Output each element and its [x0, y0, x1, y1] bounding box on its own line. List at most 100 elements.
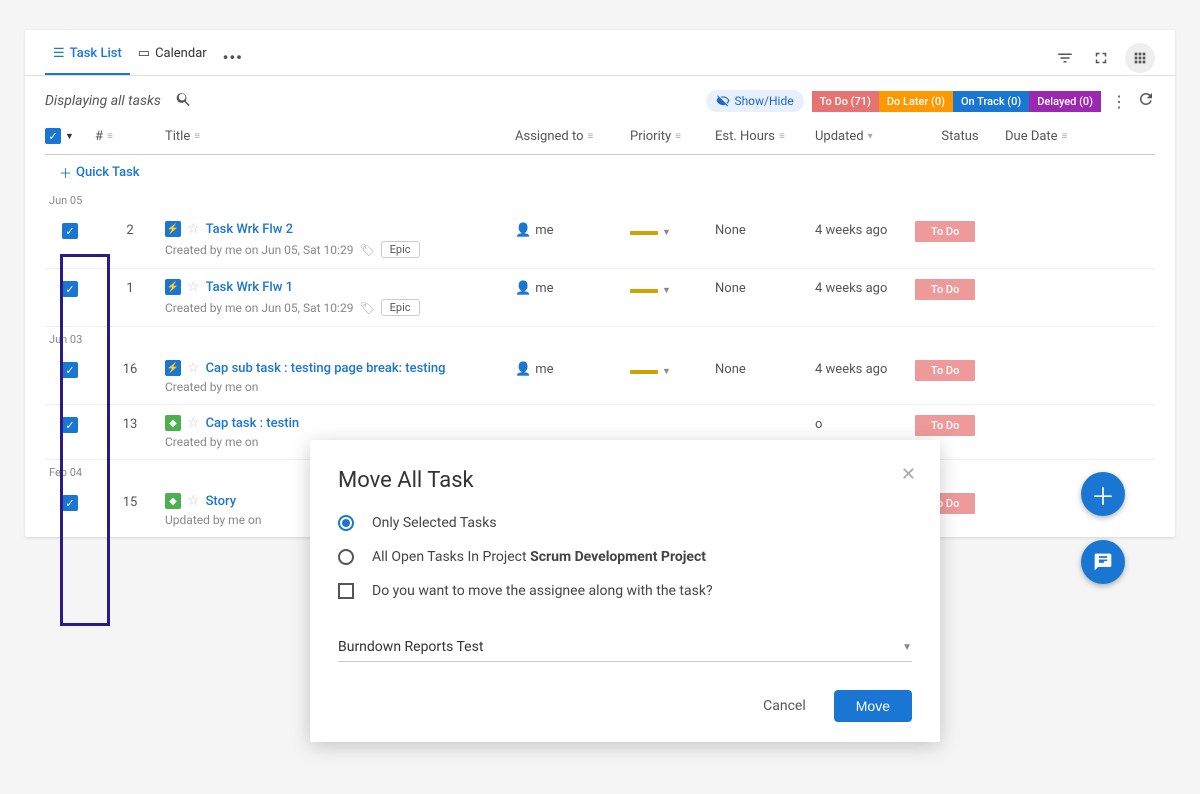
col-status[interactable]: Status: [915, 129, 1005, 144]
chevron-down-icon: ▾: [868, 131, 873, 142]
status-chip[interactable]: To Do: [915, 415, 975, 436]
updated-time: 4 weeks ago: [815, 279, 915, 296]
select-all-checkbox[interactable]: ✓: [45, 128, 61, 144]
badge-dolater[interactable]: Do Later (0): [879, 91, 953, 112]
top-tab-bar: ☰ Task List ▭ Calendar •••: [25, 30, 1175, 76]
task-title-link[interactable]: Cap sub task : testing page break: testi…: [206, 361, 446, 376]
task-meta: Created by me on Jun 05, Sat 10:29: [165, 243, 353, 257]
status-chip[interactable]: To Do: [915, 360, 975, 381]
badge-delayed[interactable]: Delayed (0): [1029, 91, 1101, 112]
chevron-down-icon: ▼: [662, 366, 671, 377]
task-meta: Created by me on: [165, 435, 258, 449]
tab-task-list[interactable]: ☰ Task List: [45, 40, 130, 75]
person-icon: 👤: [515, 362, 531, 377]
refresh-icon[interactable]: [1137, 90, 1155, 112]
task-row[interactable]: ✓ 1 ⚡ ☆ Task Wrk Flw 1 Created by me on …: [45, 269, 1155, 327]
more-options-icon[interactable]: ⋮: [1109, 92, 1129, 111]
status-chip[interactable]: To Do: [915, 221, 975, 242]
task-type-icon: ⚡: [165, 221, 181, 237]
task-number: 1: [95, 279, 165, 296]
row-checkbox[interactable]: ✓: [62, 417, 78, 433]
row-checkbox[interactable]: ✓: [62, 223, 78, 239]
chat-fab[interactable]: [1081, 540, 1125, 584]
updated-time: 4 weeks ago: [815, 221, 915, 238]
assigned-to: me: [535, 362, 553, 377]
row-checkbox[interactable]: ✓: [62, 281, 78, 297]
option-label: All Open Tasks In Project Scrum Developm…: [372, 549, 706, 565]
task-meta: Created by me on: [165, 380, 258, 394]
task-title-link[interactable]: Task Wrk Flw 2: [206, 222, 293, 237]
col-due[interactable]: Due Date≡: [1005, 129, 1105, 144]
radio-only-selected[interactable]: [338, 515, 354, 531]
cancel-button[interactable]: Cancel: [753, 690, 816, 722]
est-hours: None: [715, 360, 815, 377]
col-hours[interactable]: Est. Hours≡: [715, 129, 815, 144]
date-divider: Jun 03: [45, 327, 1155, 350]
task-meta: Updated by me on: [165, 513, 262, 527]
tag-chip[interactable]: Epic: [381, 299, 420, 316]
priority-selector[interactable]: ▼: [630, 360, 715, 377]
row-checkbox[interactable]: ✓: [62, 495, 78, 511]
table-header: ✓ ▼ #≡ Title≡ Assigned to≡ Priority≡ Est…: [45, 120, 1155, 155]
task-type-icon: ◆: [165, 493, 181, 509]
task-title-link[interactable]: Task Wrk Flw 1: [206, 280, 293, 295]
col-priority[interactable]: Priority≡: [630, 129, 715, 144]
status-chip[interactable]: To Do: [915, 279, 975, 300]
badge-ontrack[interactable]: On Track (0): [953, 91, 1029, 112]
project-select[interactable]: Burndown Reports Test ▼: [338, 633, 912, 662]
search-icon[interactable]: [175, 90, 193, 112]
star-icon[interactable]: ☆: [187, 279, 200, 295]
checkbox-move-assignee[interactable]: [338, 583, 354, 599]
task-title-link[interactable]: Story: [206, 494, 237, 509]
list-icon: ☰: [53, 46, 65, 61]
task-meta: Created by me on Jun 05, Sat 10:29: [165, 301, 353, 315]
chevron-down-icon: ▼: [902, 642, 912, 653]
row-checkbox[interactable]: ✓: [62, 362, 78, 378]
plus-icon: ＋: [1091, 477, 1115, 512]
updated-time: o: [815, 415, 915, 432]
filter-bar: Displaying all tasks Show/Hide To Do (71…: [45, 90, 1155, 112]
task-row[interactable]: ✓ 2 ⚡ ☆ Task Wrk Flw 2 Created by me on …: [45, 211, 1155, 269]
star-icon[interactable]: ☆: [187, 415, 200, 431]
priority-selector[interactable]: ▼: [630, 279, 715, 296]
chevron-down-icon[interactable]: ▼: [65, 131, 74, 142]
person-icon: 👤: [515, 281, 531, 296]
task-row[interactable]: ✓ 16 ⚡ ☆ Cap sub task : testing page bre…: [45, 350, 1155, 405]
option-label: Only Selected Tasks: [372, 515, 497, 531]
task-type-icon: ◆: [165, 415, 181, 431]
apps-icon[interactable]: [1125, 43, 1155, 73]
col-title[interactable]: Title≡: [165, 129, 515, 144]
person-icon: 👤: [515, 223, 531, 238]
col-assigned[interactable]: Assigned to≡: [515, 129, 630, 144]
more-tabs-icon[interactable]: •••: [223, 48, 243, 67]
tab-calendar[interactable]: ▭ Calendar: [130, 40, 215, 75]
tab-label: Calendar: [155, 46, 207, 61]
star-icon[interactable]: ☆: [187, 360, 200, 376]
show-hide-button[interactable]: Show/Hide: [706, 90, 803, 112]
modal-title: Move All Task: [338, 468, 912, 493]
filter-text: Displaying all tasks: [45, 93, 161, 109]
star-icon[interactable]: ☆: [187, 493, 200, 509]
priority-selector[interactable]: ▼: [630, 221, 715, 238]
badge-todo[interactable]: To Do (71): [812, 91, 879, 112]
updated-time: 4 weeks ago: [815, 360, 915, 377]
task-type-icon: ⚡: [165, 360, 181, 376]
col-number[interactable]: #≡: [95, 129, 165, 144]
chevron-down-icon: ▼: [662, 227, 671, 238]
filter-icon[interactable]: [1053, 46, 1077, 70]
task-number: 15: [95, 493, 165, 510]
option-label: Do you want to move the assignee along w…: [372, 583, 713, 599]
calendar-icon: ▭: [138, 46, 150, 61]
add-fab[interactable]: ＋: [1081, 472, 1125, 516]
tag-chip[interactable]: Epic: [381, 241, 420, 258]
close-icon[interactable]: ✕: [901, 464, 916, 485]
expand-icon[interactable]: [1089, 46, 1113, 70]
task-title-link[interactable]: Cap task : testin: [206, 416, 300, 431]
star-icon[interactable]: ☆: [187, 221, 200, 237]
est-hours: None: [715, 279, 815, 296]
radio-all-open[interactable]: [338, 549, 354, 565]
est-hours: None: [715, 221, 815, 238]
col-updated[interactable]: Updated▾: [815, 129, 915, 144]
quick-task-button[interactable]: ＋ Quick Task: [45, 155, 1155, 188]
move-button[interactable]: Move: [834, 690, 912, 722]
